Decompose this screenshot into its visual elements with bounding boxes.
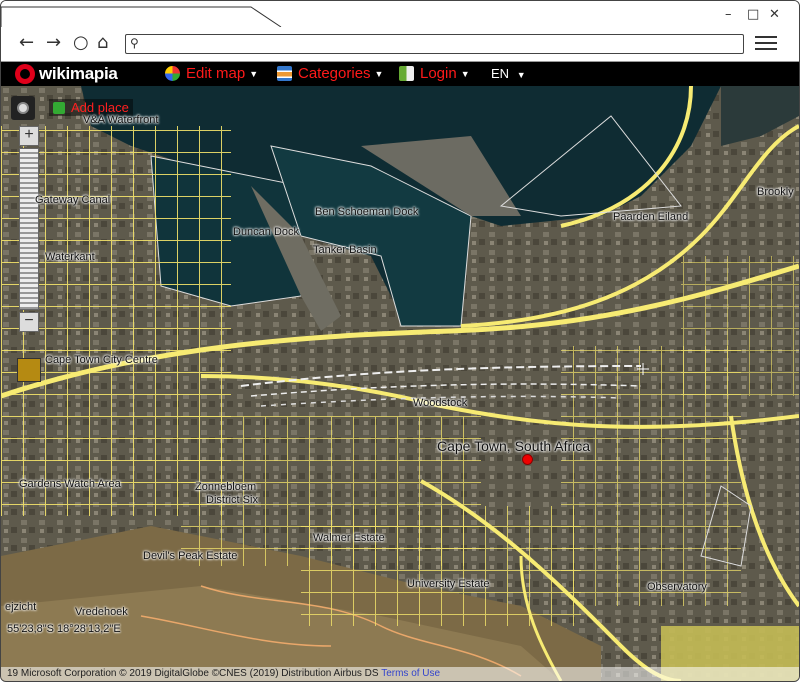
my-location-button[interactable] [11, 96, 35, 120]
browser-window: – □ ✕ ← → ○ ⌂ ⚲ wikimapia Edit map ▼ Cat… [0, 0, 800, 682]
place-label[interactable]: Gardens Watch Area [19, 478, 121, 490]
place-label[interactable]: Zonnebloem [195, 481, 256, 493]
home-icon[interactable]: ⌂ [97, 33, 108, 53]
map-canvas[interactable]: Add place + − V&A Waterfront Gateway Can… [1, 86, 799, 681]
search-icon: ⚲ [130, 36, 139, 50]
zoom-in-button[interactable]: + [19, 126, 39, 146]
caret-down-icon: ▼ [249, 68, 259, 79]
title-bar: – □ ✕ [1, 1, 799, 27]
minimize-icon[interactable]: – [725, 7, 732, 22]
hamburger-menu-icon[interactable] [755, 32, 777, 54]
wikimapia-header: wikimapia Edit map ▼ Categories ▼ Login … [1, 62, 799, 86]
place-label[interactable]: Waterkant [45, 251, 95, 263]
terms-of-use-link[interactable]: Terms of Use [381, 668, 440, 679]
place-label[interactable]: Cape Town City Centre [45, 354, 158, 366]
reload-icon[interactable]: ○ [73, 33, 89, 53]
categories-icon [277, 66, 292, 81]
place-label[interactable]: Observatory [647, 581, 707, 593]
browser-toolbar: ← → ○ ⌂ ⚲ [1, 27, 799, 62]
wikimapia-logo[interactable]: wikimapia [15, 63, 118, 85]
zoom-slider[interactable] [19, 148, 39, 310]
place-label[interactable]: Paarden Eiland [613, 211, 688, 223]
place-label[interactable]: Walmer Estate [313, 532, 385, 544]
caret-down-icon: ▼ [374, 68, 384, 79]
caret-down-icon: ▼ [516, 70, 526, 80]
place-label[interactable]: Gateway Canal [35, 194, 110, 206]
map-layers-button[interactable] [17, 358, 41, 382]
edit-map-menu[interactable]: Edit map ▼ [165, 65, 258, 82]
caret-down-icon: ▼ [460, 68, 470, 79]
language-selector[interactable]: EN ▼ [491, 66, 526, 81]
place-label[interactable]: Duncan Dock [233, 226, 299, 238]
address-bar[interactable]: ⚲ [125, 34, 744, 54]
maximize-icon[interactable]: □ [747, 7, 759, 22]
forward-icon[interactable]: → [46, 33, 61, 53]
location-marker[interactable] [522, 454, 533, 465]
zoom-out-button[interactable]: − [19, 312, 39, 332]
place-label[interactable]: Brookly [757, 186, 794, 198]
place-label[interactable]: ejzicht [5, 601, 36, 613]
back-icon[interactable]: ← [19, 33, 34, 53]
login-door-icon [399, 66, 414, 81]
place-label[interactable]: Woodstock [413, 397, 467, 409]
copyright-bar: 19 Microsoft Corporation © 2019 DigitalG… [1, 667, 799, 681]
globe-icon [165, 66, 180, 81]
place-label[interactable]: Vredehoek [75, 606, 128, 618]
close-icon[interactable]: ✕ [769, 7, 780, 22]
place-label[interactable]: V&A Waterfront [83, 114, 158, 126]
place-label[interactable]: District Six [206, 494, 258, 506]
add-place-icon [53, 101, 65, 114]
coordinates-readout: 55'23,8"S 18°28'13,2"E [7, 623, 121, 635]
zoom-control: + − [19, 126, 39, 332]
logo-icon [15, 64, 35, 84]
place-label[interactable]: Ben Schoeman Dock [315, 206, 418, 218]
login-menu[interactable]: Login ▼ [399, 65, 470, 82]
city-label[interactable]: Cape Town, South Africa [437, 438, 590, 454]
place-label[interactable]: Tanker Basin [313, 244, 377, 256]
browser-tab[interactable] [1, 1, 301, 27]
place-label[interactable]: University Estate [407, 578, 490, 590]
location-icon [17, 102, 29, 114]
place-label[interactable]: Devil's Peak Estate [143, 550, 237, 562]
categories-menu[interactable]: Categories ▼ [277, 65, 383, 82]
